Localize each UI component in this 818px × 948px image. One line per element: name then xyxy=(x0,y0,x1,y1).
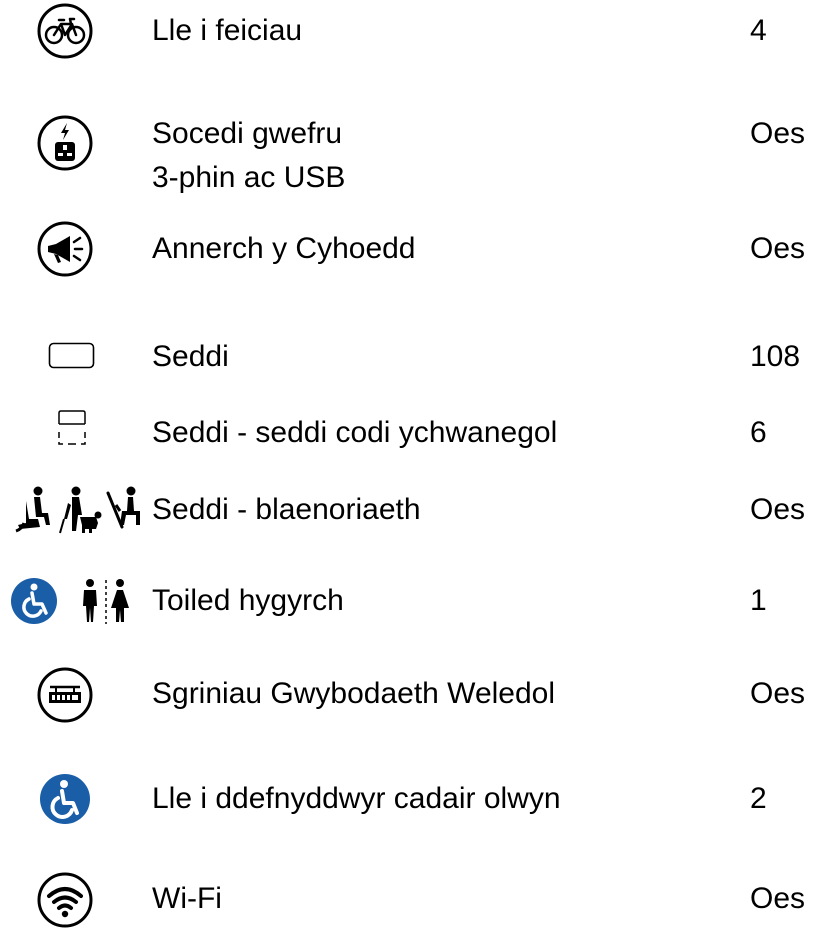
amenity-label: Seddi xyxy=(152,340,229,373)
seat-icon xyxy=(48,342,96,370)
amenity-value: 1 xyxy=(750,584,767,617)
amenity-value: Oes xyxy=(750,677,806,710)
power-socket-icon xyxy=(36,114,94,172)
amenity-value: 2 xyxy=(750,782,767,815)
priority-seating-icon xyxy=(12,485,142,537)
wifi-icon xyxy=(36,871,94,929)
bicycle-icon xyxy=(36,2,94,60)
accessible-toilet-icon xyxy=(10,576,134,626)
amenity-label: Lle i ddefnyddwyr cadair olwyn xyxy=(152,782,561,815)
folding-seat-icon xyxy=(57,410,87,446)
amenity-value: 4 xyxy=(750,14,767,47)
amenity-label: Lle i feiciau xyxy=(152,14,303,47)
wheelchair-icon xyxy=(38,772,92,826)
amenity-label: Sgriniau Gwybodaeth Weledol xyxy=(152,677,556,710)
amenity-value: 6 xyxy=(750,416,767,449)
amenity-label: Toiled hygyrch xyxy=(152,584,344,617)
information-screen-icon xyxy=(36,666,94,724)
amenity-value: Oes xyxy=(750,493,806,526)
amenity-label: Wi-Fi xyxy=(152,882,222,915)
megaphone-icon xyxy=(36,220,94,278)
amenity-label: Seddi - seddi codi ychwanegol xyxy=(152,416,558,449)
amenity-value: Oes xyxy=(750,232,806,265)
amenity-label: Annerch y Cyhoedd xyxy=(152,232,416,265)
amenity-label-line2: 3-phin ac USB xyxy=(152,161,346,194)
amenity-value: Oes xyxy=(750,882,806,915)
amenity-value: Oes xyxy=(750,117,806,150)
amenity-label: Seddi - blaenoriaeth xyxy=(152,493,421,526)
amenity-value: 108 xyxy=(750,340,801,373)
amenity-label-line1: Socedi gwefru xyxy=(152,117,343,150)
